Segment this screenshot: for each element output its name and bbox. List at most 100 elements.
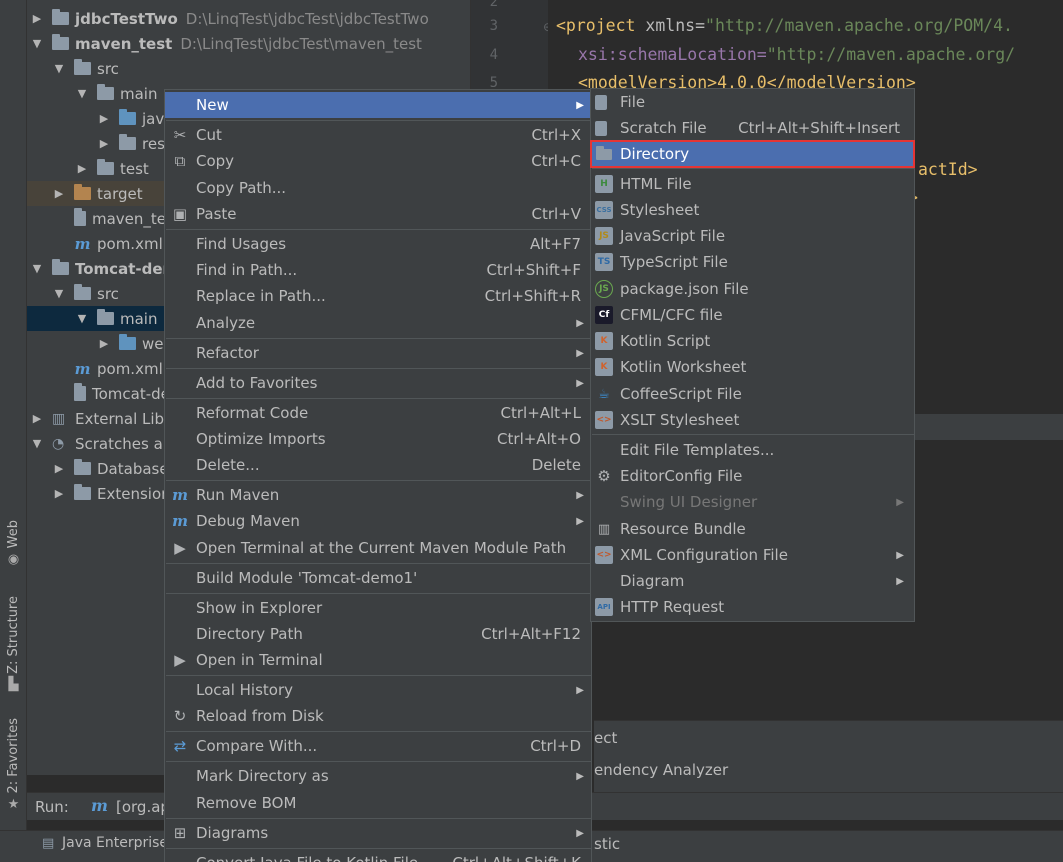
tree-row-maven-test[interactable]: ▼ maven_test D:\LinqTest\jdbcTest\maven_… <box>27 31 470 56</box>
chevron-down-icon[interactable]: ▼ <box>31 262 43 275</box>
submenu-item-resource-bundle[interactable]: ▥ Resource Bundle <box>591 516 914 542</box>
menu-item-analyze[interactable]: Analyze ▶ <box>165 310 591 336</box>
chevron-right-icon[interactable]: ▶ <box>98 112 110 125</box>
java-enterprise-tab[interactable]: Java Enterprise <box>62 835 168 851</box>
context-menu: New ▶ ✂ Cut Ctrl+X ⧉ Copy Ctrl+C Copy Pa… <box>164 89 592 862</box>
submenu-item-kotlin-script[interactable]: K Kotlin Script <box>591 328 914 354</box>
submenu-item-directory[interactable]: Directory <box>590 140 915 168</box>
tree-row-src[interactable]: ▼ src <box>27 56 470 81</box>
submenu-item-javascript-file[interactable]: JS JavaScript File <box>591 223 914 249</box>
menu-item-copy[interactable]: ⧉ Copy Ctrl+C <box>165 148 591 174</box>
submenu-item-xml-configuration[interactable]: <> XML Configuration File ▶ <box>591 542 914 568</box>
submenu-item-package-json[interactable]: JS package.json File <box>591 276 914 302</box>
chevron-down-icon[interactable]: ▼ <box>53 62 65 75</box>
left-tool-strip: Web ◉ Z: Structure ▙ 2: Favorites ★ <box>0 0 27 830</box>
tree-row-jdbctesttwo[interactable]: ▶ jdbcTestTwo D:\LinqTest\jdbcTest\jdbcT… <box>27 6 470 31</box>
menu-separator <box>166 368 591 369</box>
favorites-tool-tab[interactable]: 2: Favorites ★ <box>0 718 27 812</box>
menu-item-compare-with[interactable]: ⇄ Compare With... Ctrl+D <box>165 733 591 759</box>
structure-tool-tab[interactable]: Z: Structure ▙ <box>0 596 27 692</box>
iml-file-icon <box>74 208 86 226</box>
submenu-item-scratch-file[interactable]: Scratch File Ctrl+Alt+Shift+Insert <box>591 115 914 141</box>
menu-separator <box>166 120 591 121</box>
new-submenu: File Scratch File Ctrl+Alt+Shift+Insert … <box>590 88 915 622</box>
web-tool-tab[interactable]: Web ◉ <box>0 520 27 567</box>
submenu-item-kotlin-worksheet[interactable]: K Kotlin Worksheet <box>591 354 914 380</box>
star-icon: ★ <box>7 797 20 813</box>
menu-item-show-in-explorer[interactable]: Show in Explorer <box>165 595 591 621</box>
submenu-arrow-icon: ▶ <box>576 99 584 111</box>
menu-item-optimize-imports[interactable]: Optimize Imports Ctrl+Alt+O <box>165 426 591 452</box>
menu-item-convert-to-kotlin[interactable]: Convert Java File to Kotlin File Ctrl+Al… <box>165 850 591 862</box>
chevron-down-icon[interactable]: ▼ <box>53 287 65 300</box>
cut-icon: ✂ <box>173 126 187 144</box>
menu-separator <box>166 848 591 849</box>
chevron-right-icon[interactable]: ▶ <box>31 412 43 425</box>
chevron-down-icon[interactable]: ▼ <box>76 87 88 100</box>
menu-item-reload-from-disk[interactable]: ↻ Reload from Disk <box>165 703 591 729</box>
terminal-icon: ▶ <box>174 539 186 557</box>
menu-item-local-history[interactable]: Local History ▶ <box>165 677 591 703</box>
menu-item-delete[interactable]: Delete... Delete <box>165 452 591 478</box>
submenu-item-typescript-file[interactable]: TS TypeScript File <box>591 249 914 275</box>
dependency-analyzer-link[interactable]: endency Analyzer <box>594 761 728 779</box>
submenu-item-file[interactable]: File <box>591 89 914 115</box>
tree-label: target <box>97 184 143 203</box>
menu-item-find-usages[interactable]: Find Usages Alt+F7 <box>165 231 591 257</box>
diagnostic-tab[interactable]: stic <box>594 835 620 853</box>
chevron-down-icon[interactable]: ▼ <box>76 312 88 325</box>
menu-item-replace-in-path[interactable]: Replace in Path... Ctrl+Shift+R <box>165 283 591 309</box>
css-file-icon: CSS <box>595 201 613 219</box>
cfml-icon: Cf <box>595 306 613 324</box>
chevron-right-icon[interactable]: ▶ <box>76 162 88 175</box>
chevron-right-icon[interactable]: ▶ <box>98 337 110 350</box>
menu-item-cut[interactable]: ✂ Cut Ctrl+X <box>165 122 591 148</box>
menu-item-remove-bom[interactable]: Remove BOM <box>165 790 591 816</box>
menu-item-paste[interactable]: ▣ Paste Ctrl+V <box>165 201 591 227</box>
menu-separator <box>166 338 591 339</box>
submenu-item-coffeescript[interactable]: ☕ CoffeeScript File <box>591 381 914 407</box>
submenu-item-swing-ui-designer[interactable]: Swing UI Designer ▶ <box>591 489 914 515</box>
menu-item-run-maven[interactable]: m Run Maven ▶ <box>165 482 591 508</box>
chevron-right-icon[interactable]: ▶ <box>31 12 43 25</box>
run-config-tab[interactable]: [org.ap <box>116 798 170 816</box>
chevron-right-icon[interactable]: ▶ <box>53 487 65 500</box>
menu-item-reformat-code[interactable]: Reformat Code Ctrl+Alt+L <box>165 400 591 426</box>
submenu-item-cfml[interactable]: Cf CFML/CFC file <box>591 302 914 328</box>
menu-item-find-in-path[interactable]: Find in Path... Ctrl+Shift+F <box>165 257 591 283</box>
submenu-arrow-icon: ▶ <box>896 575 904 587</box>
submenu-arrow-icon: ▶ <box>576 770 584 782</box>
menu-item-debug-maven[interactable]: m Debug Maven ▶ <box>165 508 591 534</box>
compare-icon: ⇄ <box>173 737 187 755</box>
menu-item-directory-path[interactable]: Directory Path Ctrl+Alt+F12 <box>165 621 591 647</box>
menu-item-diagrams[interactable]: ⊞ Diagrams ▶ <box>165 820 591 846</box>
submenu-item-xslt[interactable]: <> XSLT Stylesheet <box>591 407 914 433</box>
submenu-item-http-request[interactable]: API HTTP Request <box>591 594 914 620</box>
menu-item-add-to-favorites[interactable]: Add to Favorites ▶ <box>165 370 591 396</box>
folder-icon <box>74 59 91 75</box>
chevron-right-icon[interactable]: ▶ <box>53 462 65 475</box>
tree-label: pom.xml <box>97 359 163 378</box>
menu-item-open-in-terminal[interactable]: ▶ Open in Terminal <box>165 647 591 673</box>
menu-item-refactor[interactable]: Refactor ▶ <box>165 340 591 366</box>
chevron-down-icon[interactable]: ▼ <box>31 37 43 50</box>
menu-separator <box>166 818 591 819</box>
menu-separator <box>166 675 591 676</box>
submenu-item-editorconfig[interactable]: ⚙ EditorConfig File <box>591 463 914 489</box>
menu-item-mark-directory-as[interactable]: Mark Directory as ▶ <box>165 763 591 789</box>
gear-icon: ⚙ <box>597 467 611 485</box>
file-icon <box>595 94 607 110</box>
menu-item-open-terminal-maven[interactable]: ▶ Open Terminal at the Current Maven Mod… <box>165 535 591 561</box>
chevron-down-icon[interactable]: ▼ <box>31 437 43 450</box>
folder-icon <box>97 309 114 325</box>
menu-item-build-module[interactable]: Build Module 'Tomcat-demo1' <box>165 565 591 591</box>
submenu-item-html-file[interactable]: H HTML File <box>591 171 914 197</box>
menu-item-new[interactable]: New ▶ <box>165 92 591 118</box>
chevron-right-icon[interactable]: ▶ <box>98 137 110 150</box>
submenu-item-edit-file-templates[interactable]: Edit File Templates... <box>591 437 914 463</box>
submenu-item-stylesheet[interactable]: CSS Stylesheet <box>591 197 914 223</box>
submenu-item-diagram[interactable]: Diagram ▶ <box>591 568 914 594</box>
favorites-tab-label: 2: Favorites <box>6 718 21 794</box>
chevron-right-icon[interactable]: ▶ <box>53 187 65 200</box>
menu-item-copy-path[interactable]: Copy Path... <box>165 175 591 201</box>
